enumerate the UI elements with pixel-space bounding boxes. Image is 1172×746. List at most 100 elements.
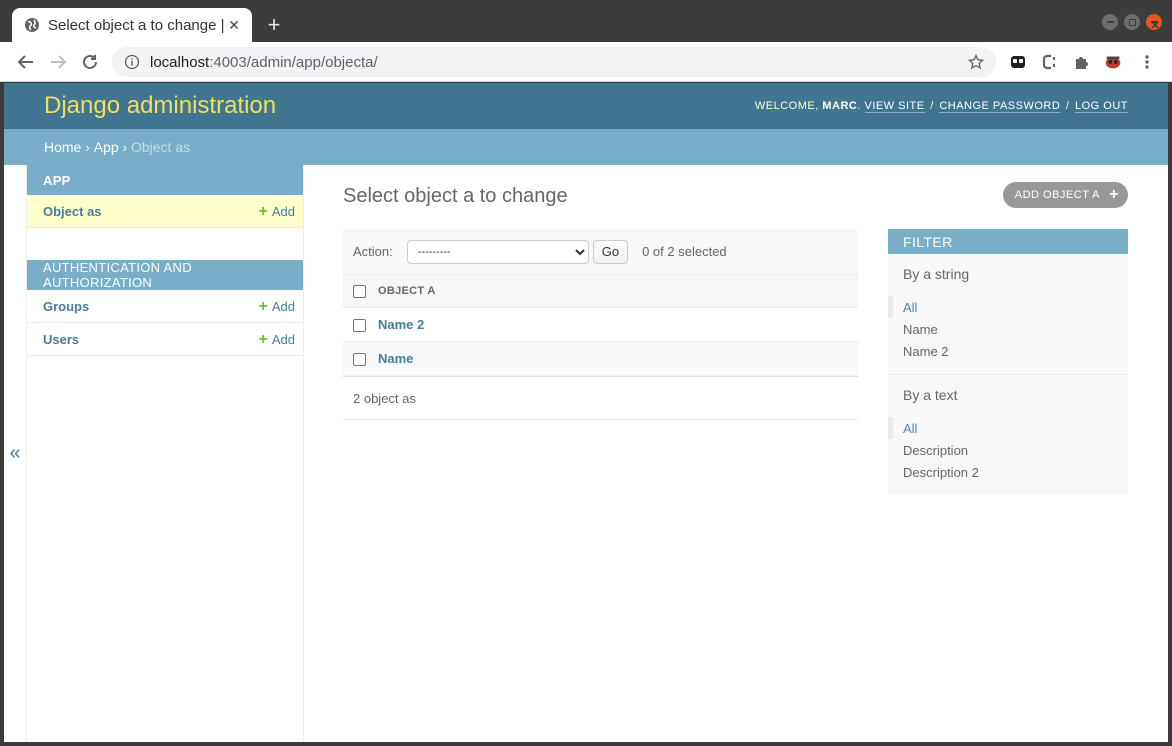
column-header-object-a[interactable]: OBJECT A [378,274,858,308]
breadcrumb-separator: › [85,139,90,155]
filter-choice[interactable]: All [888,296,1128,318]
window-controls: ✕ [1102,14,1162,30]
minimize-window-icon[interactable] [1102,14,1118,30]
user-tools: WELCOME, MARC. VIEW SITE / CHANGE PASSWO… [754,100,1128,113]
add-label: Add [271,298,295,314]
maximize-window-icon[interactable] [1124,14,1140,30]
admin-header: Django administration WELCOME, MARC. VIE… [4,83,1168,129]
address-bar[interactable]: localhost:4003/admin/app/objecta/ [112,47,996,77]
add-label: Add [271,203,295,219]
breadcrumb-home[interactable]: Home [44,139,81,155]
row-cell: Name 2 [378,307,858,342]
add-object-a-button[interactable]: ADD OBJECT A + [1002,182,1128,208]
breadcrumb-separator: › [122,139,127,155]
select-all-checkbox[interactable] [353,284,366,298]
table-row: Name [343,341,858,376]
add-users-link[interactable]: + Add [258,330,295,348]
filter-title: FILTER [888,229,1128,254]
sidebar-item-groups: Groups + Add [27,290,303,323]
row-checkbox-cell [343,307,378,342]
row-checkbox[interactable] [353,319,366,333]
add-object-a-label: ADD OBJECT A [1014,189,1100,201]
paginator: 2 object as [343,376,858,420]
add-object-as-link[interactable]: + Add [258,202,295,220]
filter-choice[interactable]: Name [888,318,1128,340]
extension-code-icon[interactable] [1040,52,1060,72]
action-label: Action: [353,244,393,259]
filter-group-title: By a text [903,387,958,403]
main-area: « APP Object as + Add AUTHENTICATION AND … [4,165,1168,742]
filter-choices: All Name Name 2 [888,290,1128,375]
model-link-users[interactable]: Users [43,332,79,347]
model-link-object-as[interactable]: Object as [43,204,102,219]
add-label: Add [271,331,295,347]
profile-avatar-icon[interactable] [1103,52,1123,72]
forward-arrow-icon[interactable] [46,50,70,74]
close-window-icon[interactable]: ✕ [1146,14,1162,30]
sidebar-item-users: Users + Add [27,323,303,356]
extension-mask-icon[interactable] [1008,52,1028,72]
globe-icon [24,17,40,33]
app-module: APP Object as + Add [27,165,303,228]
site-info-icon[interactable] [124,54,140,70]
welcome-text: WELCOME, [754,100,819,112]
row-checkbox[interactable] [353,353,366,367]
filter-choices: All Description Description 2 [888,411,1128,495]
toggle-nav-sidebar-button[interactable]: « [4,165,27,742]
breadcrumb-app[interactable]: App [94,139,119,155]
content: Select object a to change ADD OBJECT A + … [343,165,1128,494]
extensions-puzzle-icon[interactable] [1072,52,1092,72]
go-button[interactable]: Go [592,239,629,264]
change-password-link[interactable]: CHANGE PASSWORD [939,100,1061,113]
table-header-row: OBJECT A [343,274,858,308]
result-list: OBJECT A Name 2 Name [343,274,858,376]
actions-bar: Action: --------- Go 0 of 2 selected [343,229,858,274]
bookmark-star-icon[interactable] [968,54,984,70]
model-link-groups[interactable]: Groups [43,299,89,314]
changelist: Action: --------- Go 0 of 2 selected OBJ… [343,229,858,420]
filter-group-title: By a string [903,266,970,282]
browser-toolbar: localhost:4003/admin/app/objecta/ [0,42,1172,82]
action-select[interactable]: --------- [406,239,589,264]
log-out-link[interactable]: LOG OUT [1074,100,1128,113]
browser-tab[interactable]: Select object a to change | Django site … [12,8,252,42]
filter-choice[interactable]: Name 2 [888,340,1128,362]
plus-icon: + [258,297,268,315]
view-site-link[interactable]: VIEW SITE [864,100,925,113]
filter-choice[interactable]: Description [888,439,1128,461]
tab-title: Select object a to change | Django site … [48,16,226,34]
nav-sidebar: APP Object as + Add AUTHENTICATION AND AU… [27,165,304,742]
row-link[interactable]: Name [378,351,413,366]
welcome-period: . [857,100,865,112]
filter-choice[interactable]: Description 2 [888,461,1128,483]
url-text: localhost:4003/admin/app/objecta/ [150,54,968,71]
row-cell: Name [378,341,858,376]
back-arrow-icon[interactable] [14,50,38,74]
module-caption-auth[interactable]: AUTHENTICATION AND AUTHORIZATION [27,260,303,290]
browser-titlebar: Select object a to change | Django site … [0,0,1172,42]
new-tab-icon[interactable]: + [262,14,286,38]
reload-icon[interactable] [78,50,102,74]
username: MARC [822,100,858,112]
admin-page: Django administration WELCOME, MARC. VIE… [4,83,1168,742]
add-groups-link[interactable]: + Add [258,297,295,315]
filter-choice[interactable]: All [888,417,1128,439]
table-row: Name 2 [343,307,858,342]
breadcrumb: Home › App › Object as [4,129,1168,165]
plus-icon: + [258,330,268,348]
site-branding[interactable]: Django administration [44,92,276,120]
object-tools: ADD OBJECT A + [1002,182,1128,208]
browser-menu-icon[interactable] [1137,52,1157,72]
url-host: localhost [150,53,210,71]
row-link[interactable]: Name 2 [378,317,424,332]
row-checkbox-cell [343,341,378,376]
close-tab-icon[interactable]: ✕ [226,17,242,33]
separator: / [930,100,934,112]
module-caption-app[interactable]: APP [27,165,303,195]
sidebar-item-object-as: Object as + Add [27,195,303,228]
plus-icon: + [1109,186,1119,203]
plus-icon: + [258,202,268,220]
select-all-cell [343,274,378,308]
breadcrumb-current: Object as [130,139,191,155]
selection-counter: 0 of 2 selected [642,244,727,259]
